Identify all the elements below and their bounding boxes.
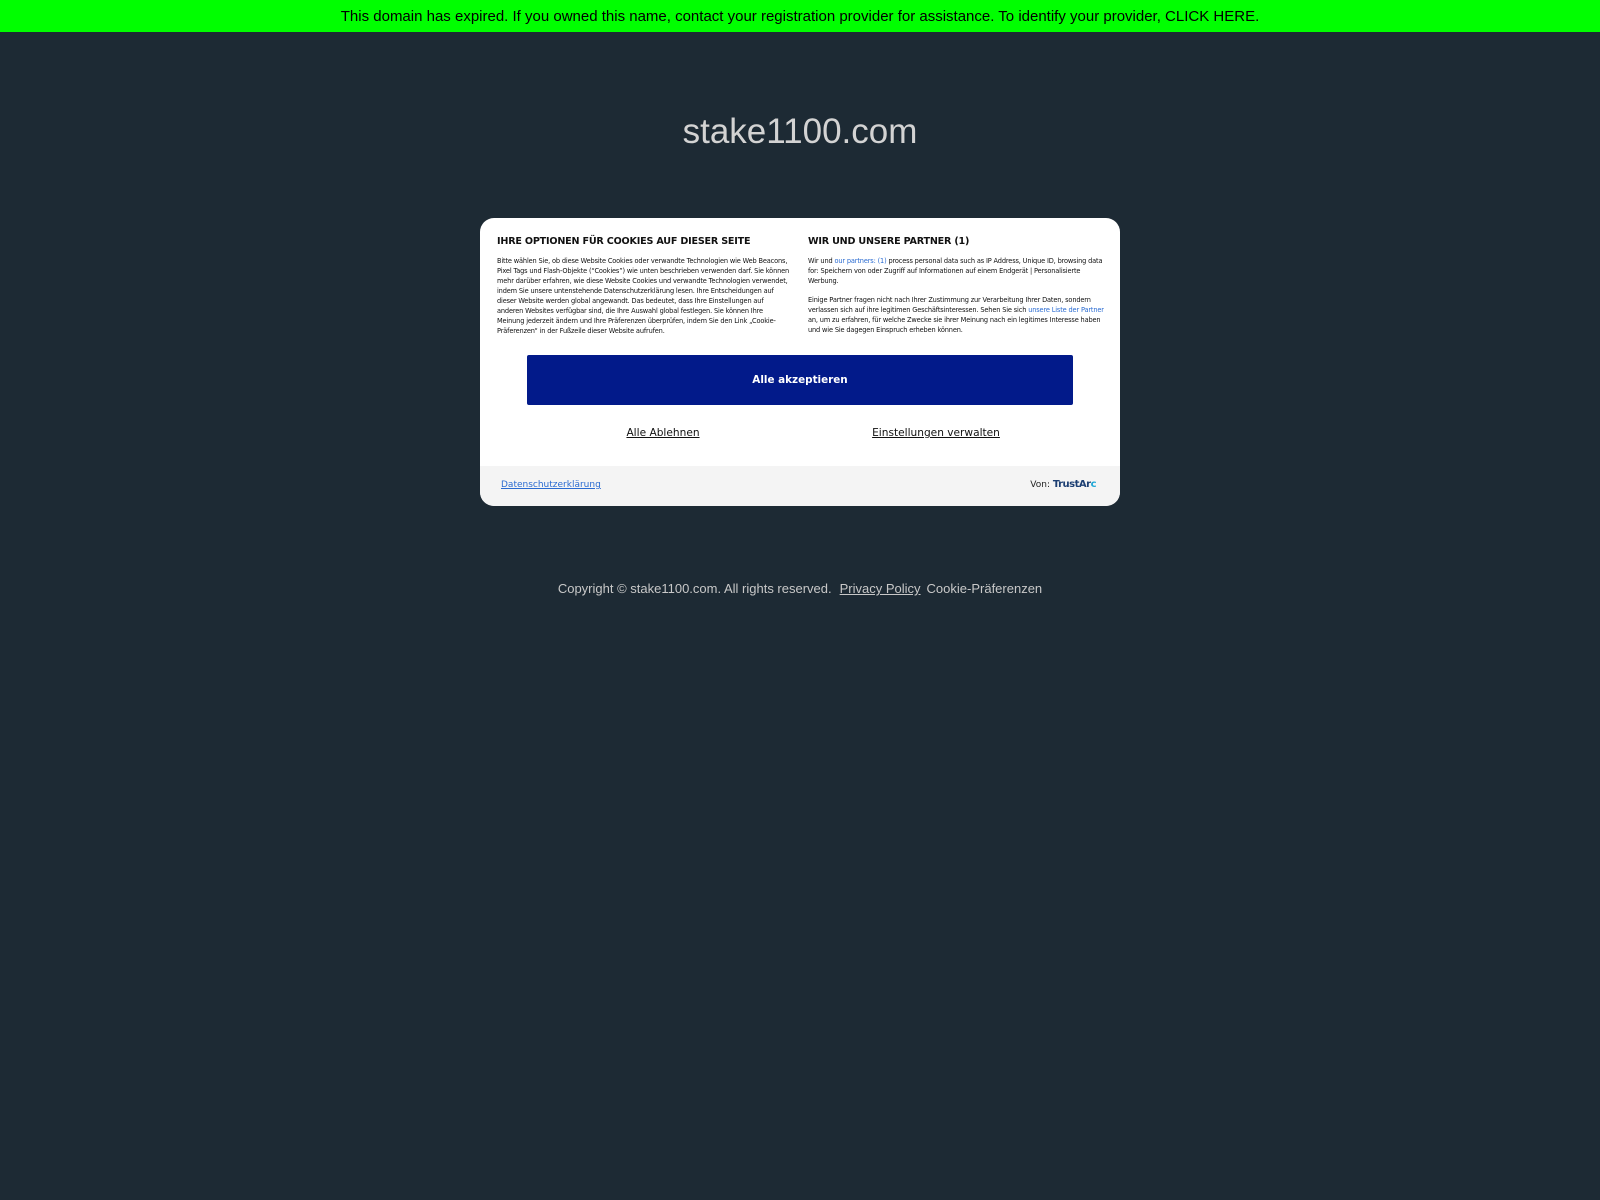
partner-list-link[interactable]: unsere Liste der Partner [1028,306,1104,314]
privacy-statement-link[interactable]: Datenschutzerklärung [501,480,601,490]
partners-text-2: Einige Partner fragen nicht nach Ihrer Z… [808,295,1104,335]
by-label: Von: [1030,480,1050,490]
partners-text-1: Wir und our partners: (1) process person… [808,256,1104,286]
partners-heading: WIR UND UNSERE PARTNER (1) [808,236,970,247]
partners-text-1-prefix: Wir und [808,257,835,265]
cookie-preferences-link[interactable]: Cookie-Präferenzen [927,581,1043,596]
dialog-footer: Datenschutzerklärung Von: TrustArc [480,466,1120,506]
privacy-policy-link[interactable]: Privacy Policy [840,581,921,596]
trustarc-logo-main: TrustAr [1052,479,1091,490]
partners-section: WIR UND UNSERE PARTNER (1) Wir und our p… [808,236,1104,335]
trustarc-logo-tail: c [1090,479,1097,490]
domain-title: stake1100.com [682,112,918,151]
cookie-options-text: Bitte wählen Sie, ob diese Website Cooki… [497,257,790,335]
domain-expired-banner[interactable]: This domain has expired. If you owned th… [0,0,1600,32]
manage-settings-button[interactable]: Einstellungen verwalten [872,427,1000,439]
reject-all-button[interactable]: Alle Ablehnen [626,427,699,439]
page-footer: Copyright © stake1100.com. All rights re… [0,580,1600,598]
partners-text-2-suffix: an, um zu erfahren, für welche Zwecke si… [808,316,1101,334]
accept-all-button[interactable]: Alle akzeptieren [527,355,1073,405]
cookie-consent-dialog: IHRE OPTIONEN FÜR COOKIES AUF DIESER SEI… [480,218,1120,506]
cookie-options-section: IHRE OPTIONEN FÜR COOKIES AUF DIESER SEI… [497,236,791,336]
our-partners-link[interactable]: our partners: (1) [834,257,886,265]
trustarc-logo: TrustArc [1052,479,1097,490]
cookie-options-heading: IHRE OPTIONEN FÜR COOKIES AUF DIESER SEI… [497,236,751,247]
copyright-text: Copyright © stake1100.com. All rights re… [557,581,832,596]
